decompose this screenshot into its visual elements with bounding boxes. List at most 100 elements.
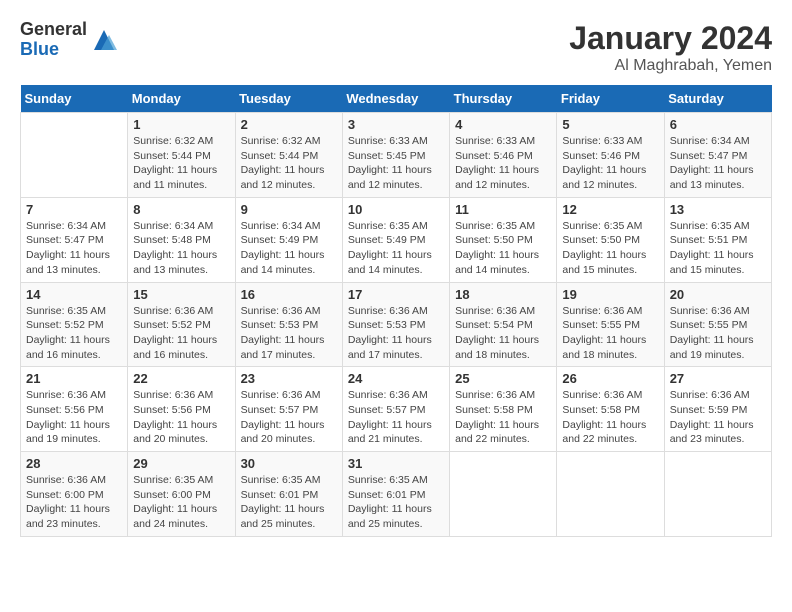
calendar-cell: 10 Sunrise: 6:35 AMSunset: 5:49 PMDayligh… [342, 197, 449, 282]
calendar-day-header: Sunday [21, 85, 128, 113]
day-info: Sunrise: 6:36 AMSunset: 5:53 PMDaylight:… [348, 304, 444, 363]
calendar-cell: 29 Sunrise: 6:35 AMSunset: 6:00 PMDayligh… [128, 452, 235, 537]
calendar-cell: 14 Sunrise: 6:35 AMSunset: 5:52 PMDayligh… [21, 282, 128, 367]
calendar-cell: 1 Sunrise: 6:32 AMSunset: 5:44 PMDaylight… [128, 113, 235, 198]
calendar-cell [21, 113, 128, 198]
calendar-cell: 26 Sunrise: 6:36 AMSunset: 5:58 PMDayligh… [557, 367, 664, 452]
day-info: Sunrise: 6:35 AMSunset: 5:51 PMDaylight:… [670, 219, 766, 278]
day-info: Sunrise: 6:36 AMSunset: 5:54 PMDaylight:… [455, 304, 551, 363]
day-info: Sunrise: 6:34 AMSunset: 5:47 PMDaylight:… [670, 134, 766, 193]
month-title: January 2024 [569, 20, 772, 57]
location-title: Al Maghrabah, Yemen [569, 57, 772, 75]
day-info: Sunrise: 6:35 AMSunset: 5:52 PMDaylight:… [26, 304, 122, 363]
day-number: 9 [241, 202, 337, 217]
calendar-cell: 20 Sunrise: 6:36 AMSunset: 5:55 PMDayligh… [664, 282, 771, 367]
day-number: 29 [133, 456, 229, 471]
day-number: 30 [241, 456, 337, 471]
day-info: Sunrise: 6:33 AMSunset: 5:46 PMDaylight:… [455, 134, 551, 193]
day-number: 20 [670, 287, 766, 302]
day-number: 14 [26, 287, 122, 302]
calendar-cell: 3Sunrise: 6:33 AMSunset: 5:45 PMDaylight… [342, 113, 449, 198]
calendar-cell: 5 Sunrise: 6:33 AMSunset: 5:46 PMDaylight… [557, 113, 664, 198]
page-header: General Blue January 2024 Al Maghrabah, … [20, 20, 772, 75]
calendar-cell: 4 Sunrise: 6:33 AMSunset: 5:46 PMDaylight… [450, 113, 557, 198]
calendar-cell: 23Sunrise: 6:36 AMSunset: 5:57 PMDayligh… [235, 367, 342, 452]
day-info: Sunrise: 6:36 AMSunset: 5:56 PMDaylight:… [133, 388, 229, 447]
day-number: 17 [348, 287, 444, 302]
day-info: Sunrise: 6:36 AMSunset: 5:57 PMDaylight:… [348, 388, 444, 447]
day-info: Sunrise: 6:36 AMSunset: 5:58 PMDaylight:… [562, 388, 658, 447]
calendar-week-row: 7 Sunrise: 6:34 AMSunset: 5:47 PMDaylight… [21, 197, 772, 282]
calendar-header-row: SundayMondayTuesdayWednesdayThursdayFrid… [21, 85, 772, 113]
day-info: Sunrise: 6:36 AMSunset: 6:00 PMDaylight:… [26, 473, 122, 532]
calendar-cell: 21 Sunrise: 6:36 AMSunset: 5:56 PMDayligh… [21, 367, 128, 452]
day-info: Sunrise: 6:36 AMSunset: 5:55 PMDaylight:… [670, 304, 766, 363]
day-info: Sunrise: 6:34 AMSunset: 5:47 PMDaylight:… [26, 219, 122, 278]
calendar-cell: 22 Sunrise: 6:36 AMSunset: 5:56 PMDayligh… [128, 367, 235, 452]
day-info: Sunrise: 6:36 AMSunset: 5:57 PMDaylight:… [241, 388, 337, 447]
day-number: 1 [133, 117, 229, 132]
day-number: 6 [670, 117, 766, 132]
day-number: 27 [670, 371, 766, 386]
day-number: 28 [26, 456, 122, 471]
calendar-cell: 7 Sunrise: 6:34 AMSunset: 5:47 PMDaylight… [21, 197, 128, 282]
logo-icon [89, 25, 119, 55]
calendar-cell: 27 Sunrise: 6:36 AMSunset: 5:59 PMDayligh… [664, 367, 771, 452]
day-info: Sunrise: 6:33 AMSunset: 5:46 PMDaylight:… [562, 134, 658, 193]
day-info: Sunrise: 6:36 AMSunset: 5:55 PMDaylight:… [562, 304, 658, 363]
day-number: 22 [133, 371, 229, 386]
calendar-cell [557, 452, 664, 537]
day-info: Sunrise: 6:36 AMSunset: 5:52 PMDaylight:… [133, 304, 229, 363]
day-number: 21 [26, 371, 122, 386]
calendar-table: SundayMondayTuesdayWednesdayThursdayFrid… [20, 85, 772, 537]
day-info: Sunrise: 6:35 AMSunset: 5:50 PMDaylight:… [562, 219, 658, 278]
calendar-cell [664, 452, 771, 537]
day-number: 7 [26, 202, 122, 217]
calendar-day-header: Monday [128, 85, 235, 113]
day-number: 5 [562, 117, 658, 132]
calendar-cell: 25Sunrise: 6:36 AMSunset: 5:58 PMDayligh… [450, 367, 557, 452]
day-info: Sunrise: 6:32 AMSunset: 5:44 PMDaylight:… [241, 134, 337, 193]
day-info: Sunrise: 6:35 AMSunset: 6:01 PMDaylight:… [348, 473, 444, 532]
day-number: 31 [348, 456, 444, 471]
day-number: 12 [562, 202, 658, 217]
calendar-cell: 6 Sunrise: 6:34 AMSunset: 5:47 PMDaylight… [664, 113, 771, 198]
calendar-week-row: 14 Sunrise: 6:35 AMSunset: 5:52 PMDayligh… [21, 282, 772, 367]
calendar-cell: 18Sunrise: 6:36 AMSunset: 5:54 PMDayligh… [450, 282, 557, 367]
day-number: 2 [241, 117, 337, 132]
day-info: Sunrise: 6:36 AMSunset: 5:59 PMDaylight:… [670, 388, 766, 447]
day-info: Sunrise: 6:35 AMSunset: 5:50 PMDaylight:… [455, 219, 551, 278]
day-info: Sunrise: 6:34 AMSunset: 5:49 PMDaylight:… [241, 219, 337, 278]
calendar-week-row: 21 Sunrise: 6:36 AMSunset: 5:56 PMDayligh… [21, 367, 772, 452]
calendar-cell: 19Sunrise: 6:36 AMSunset: 5:55 PMDayligh… [557, 282, 664, 367]
logo-blue-text: Blue [20, 40, 87, 60]
calendar-cell: 2 Sunrise: 6:32 AMSunset: 5:44 PMDaylight… [235, 113, 342, 198]
calendar-cell: 15Sunrise: 6:36 AMSunset: 5:52 PMDayligh… [128, 282, 235, 367]
calendar-day-header: Tuesday [235, 85, 342, 113]
calendar-cell [450, 452, 557, 537]
day-info: Sunrise: 6:36 AMSunset: 5:58 PMDaylight:… [455, 388, 551, 447]
day-number: 26 [562, 371, 658, 386]
calendar-week-row: 28 Sunrise: 6:36 AMSunset: 6:00 PMDayligh… [21, 452, 772, 537]
day-info: Sunrise: 6:35 AMSunset: 6:00 PMDaylight:… [133, 473, 229, 532]
calendar-cell: 16 Sunrise: 6:36 AMSunset: 5:53 PMDayligh… [235, 282, 342, 367]
day-info: Sunrise: 6:36 AMSunset: 5:53 PMDaylight:… [241, 304, 337, 363]
calendar-cell: 9 Sunrise: 6:34 AMSunset: 5:49 PMDaylight… [235, 197, 342, 282]
calendar-day-header: Thursday [450, 85, 557, 113]
calendar-cell: 11Sunrise: 6:35 AMSunset: 5:50 PMDayligh… [450, 197, 557, 282]
day-number: 24 [348, 371, 444, 386]
day-info: Sunrise: 6:35 AMSunset: 6:01 PMDaylight:… [241, 473, 337, 532]
day-number: 4 [455, 117, 551, 132]
day-info: Sunrise: 6:32 AMSunset: 5:44 PMDaylight:… [133, 134, 229, 193]
day-number: 10 [348, 202, 444, 217]
calendar-cell: 17 Sunrise: 6:36 AMSunset: 5:53 PMDayligh… [342, 282, 449, 367]
calendar-day-header: Friday [557, 85, 664, 113]
day-number: 3 [348, 117, 444, 132]
calendar-cell: 12 Sunrise: 6:35 AMSunset: 5:50 PMDayligh… [557, 197, 664, 282]
calendar-day-header: Saturday [664, 85, 771, 113]
day-number: 16 [241, 287, 337, 302]
day-info: Sunrise: 6:36 AMSunset: 5:56 PMDaylight:… [26, 388, 122, 447]
day-info: Sunrise: 6:34 AMSunset: 5:48 PMDaylight:… [133, 219, 229, 278]
calendar-cell: 24 Sunrise: 6:36 AMSunset: 5:57 PMDayligh… [342, 367, 449, 452]
day-info: Sunrise: 6:35 AMSunset: 5:49 PMDaylight:… [348, 219, 444, 278]
